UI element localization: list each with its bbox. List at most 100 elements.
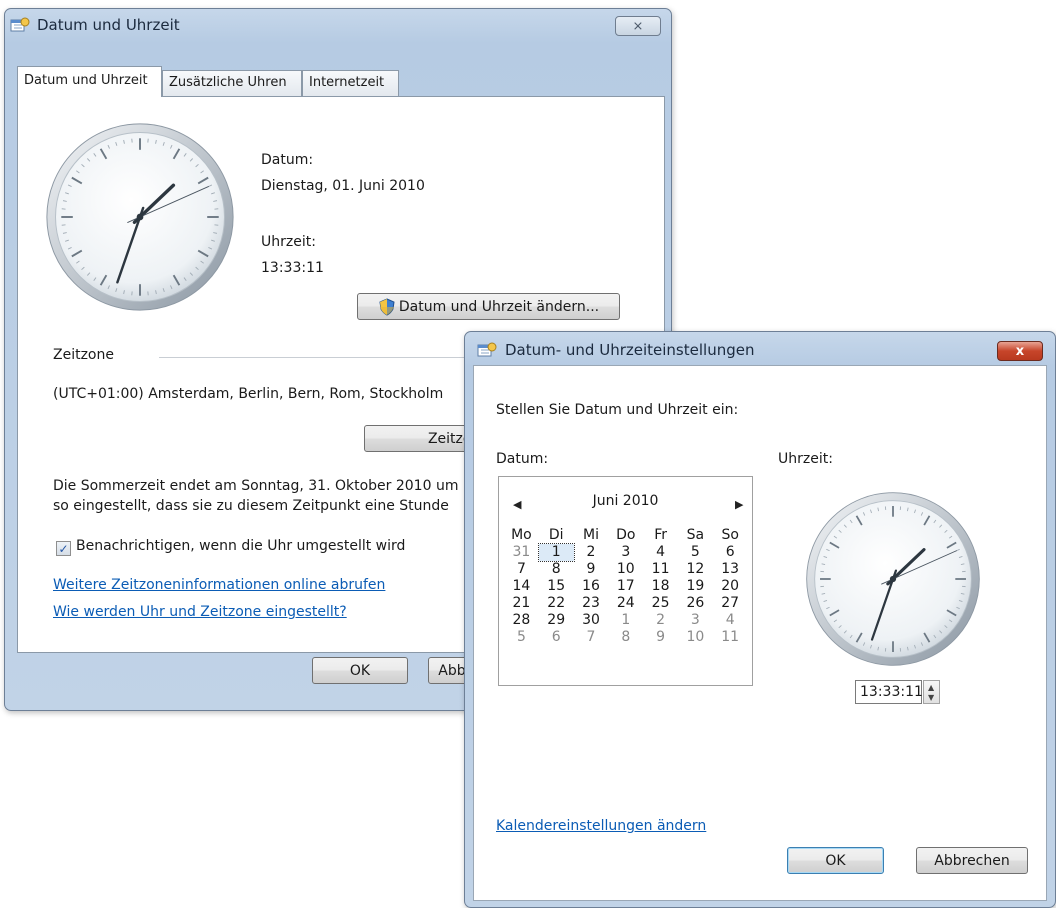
weekday-label: Fr <box>654 527 667 543</box>
ok-button[interactable]: OK <box>312 657 408 684</box>
calendar-day-selected[interactable]: 1 <box>537 543 575 562</box>
calendar-day[interactable]: 24 <box>608 595 643 612</box>
tab-additional-clocks[interactable]: Zusätzliche Uhren <box>162 70 302 96</box>
calendar-day[interactable]: 26 <box>678 595 713 612</box>
calendar-day[interactable]: 12 <box>678 561 713 578</box>
weekday-header-row: Mo Di Mi Do Fr Sa So <box>504 527 748 544</box>
time-label: Uhrzeit: <box>261 234 316 250</box>
calendar-clock-icon <box>477 342 497 357</box>
dst-info-line-2: so eingestellt, dass sie zu diesem Zeitp… <box>53 498 449 514</box>
window-title: Datum und Uhrzeit <box>37 16 180 34</box>
weekday-label: Do <box>616 527 636 543</box>
dialog-ok-label: OK <box>825 852 846 869</box>
calendar-day[interactable]: 20 <box>713 578 748 595</box>
calendar-settings-link[interactable]: Kalendereinstellungen ändern <box>496 818 706 834</box>
ok-label: OK <box>349 662 371 679</box>
analog-clock <box>46 123 234 311</box>
weekday-label: Mi <box>583 527 599 543</box>
calendar-day[interactable]: 29 <box>539 612 574 629</box>
how-clock-timezone-link[interactable]: Wie werden Uhr und Zeitzone eingestellt? <box>53 604 347 620</box>
calendar-day[interactable]: 16 <box>574 578 609 595</box>
calendar-day[interactable]: 19 <box>678 578 713 595</box>
time-value: 13:33:11 <box>261 260 324 276</box>
spin-down-icon[interactable]: ▼ <box>928 693 934 702</box>
notify-checkbox-label[interactable]: Benachrichtigen, wenn die Uhr umgestellt… <box>76 538 405 554</box>
dialog-cancel-label: Abbrechen <box>934 852 1010 869</box>
dialog-content: Stellen Sie Datum und Uhrzeit ein: Datum… <box>473 365 1047 901</box>
calendar-day[interactable]: 4 <box>713 612 748 629</box>
calendar-day[interactable]: 21 <box>504 595 539 612</box>
timezone-header: Zeitzone <box>53 347 114 363</box>
calendar-day[interactable]: 8 <box>539 561 574 578</box>
calendar-day[interactable]: 1 <box>608 612 643 629</box>
time-input[interactable]: 13:33:11 <box>855 680 923 704</box>
calendar-week-row: 28 29 30 1 2 3 4 <box>504 612 748 629</box>
clock-center <box>889 575 897 583</box>
calendar-day[interactable]: 9 <box>574 561 609 578</box>
calendar-day[interactable]: 15 <box>539 578 574 595</box>
time-spinner[interactable]: ▲ ▼ <box>923 680 940 704</box>
title-bar[interactable]: Datum und Uhrzeit ⨯ <box>5 9 671 41</box>
weekday-label: Sa <box>686 527 705 543</box>
calendar-day[interactable]: 5 <box>504 629 539 646</box>
calendar-day[interactable]: 6 <box>713 544 748 561</box>
calendar-day[interactable]: 18 <box>643 578 678 595</box>
close-button[interactable]: ⨯ <box>615 16 661 36</box>
calendar-day[interactable]: 9 <box>643 629 678 646</box>
calendar-day[interactable]: 8 <box>608 629 643 646</box>
calendar-day[interactable]: 22 <box>539 595 574 612</box>
change-date-time-button[interactable]: Datum und Uhrzeit ändern... <box>357 293 620 320</box>
month-calendar[interactable]: ◀ Juni 2010 ▶ Mo Di Mi Do Fr Sa So 31 1 2 3 4 5 6 7 8 9 1… <box>498 476 753 686</box>
spin-up-icon[interactable]: ▲ <box>928 683 934 692</box>
calendar-day[interactable]: 23 <box>574 595 609 612</box>
close-icon: x <box>1015 343 1025 359</box>
dst-info-line-1: Die Sommerzeit endet am Sonntag, 31. Okt… <box>53 478 459 494</box>
calendar-day[interactable]: 4 <box>643 544 678 561</box>
checkmark-icon: ✓ <box>58 541 69 556</box>
calendar-day[interactable]: 14 <box>504 578 539 595</box>
dialog-title-bar[interactable]: Datum- und Uhrzeiteinstellungen x <box>465 332 1055 364</box>
calendar-day[interactable]: 17 <box>608 578 643 595</box>
tab-internet-time[interactable]: Internetzeit <box>302 70 399 96</box>
calendar-day[interactable]: 25 <box>643 595 678 612</box>
calendar-day[interactable]: 10 <box>678 629 713 646</box>
calendar-day[interactable]: 31 <box>504 544 539 561</box>
dialog-close-button[interactable]: x <box>997 341 1043 361</box>
calendar-clock-icon <box>10 17 30 32</box>
notify-checkbox[interactable]: ✓ <box>56 541 71 556</box>
calendar-day[interactable]: 7 <box>504 561 539 578</box>
calendar-day[interactable]: 3 <box>608 544 643 561</box>
date-value: Dienstag, 01. Juni 2010 <box>261 178 425 194</box>
calendar-week-row: 7 8 9 10 11 12 13 <box>504 561 748 578</box>
calendar-day[interactable]: 6 <box>539 629 574 646</box>
calendar-day[interactable]: 27 <box>713 595 748 612</box>
calendar-day[interactable]: 30 <box>574 612 609 629</box>
time-label: Uhrzeit: <box>778 451 833 467</box>
calendar-day[interactable]: 13 <box>713 561 748 578</box>
calendar-week-row: 5 6 7 8 9 10 11 <box>504 629 748 646</box>
calendar-month-title[interactable]: Juni 2010 <box>499 493 752 509</box>
calendar-week-row: 21 22 23 24 25 26 27 <box>504 595 748 612</box>
calendar-day[interactable]: 5 <box>678 544 713 561</box>
calendar-day[interactable]: 7 <box>574 629 609 646</box>
change-date-time-label: Datum und Uhrzeit ändern... <box>398 298 600 315</box>
calendar-day[interactable]: 3 <box>678 612 713 629</box>
dialog-cancel-button[interactable]: Abbrechen <box>916 847 1028 874</box>
calendar-day[interactable]: 2 <box>643 612 678 629</box>
next-month-arrow-icon[interactable]: ▶ <box>735 498 743 511</box>
calendar-day[interactable]: 11 <box>713 629 748 646</box>
dialog-ok-button[interactable]: OK <box>787 847 884 874</box>
calendar-day[interactable]: 2 <box>574 544 609 561</box>
uac-shield-icon <box>379 297 395 316</box>
calendar-week-row: 31 1 2 3 4 5 6 <box>504 543 748 562</box>
calendar-day[interactable]: 11 <box>643 561 678 578</box>
calendar-grid: Mo Di Mi Do Fr Sa So 31 1 2 3 4 5 6 7 8 9 10 11 12 13 14 15 16 1… <box>504 527 748 646</box>
weekday-label: So <box>721 527 739 543</box>
tab-date-time[interactable]: Datum und Uhrzeit <box>17 66 162 97</box>
more-timezone-info-link[interactable]: Weitere Zeitzoneninformationen online ab… <box>53 577 385 593</box>
calendar-day[interactable]: 28 <box>504 612 539 629</box>
calendar-day[interactable]: 10 <box>608 561 643 578</box>
date-label: Datum: <box>496 451 549 467</box>
timezone-value: (UTC+01:00) Amsterdam, Berlin, Bern, Rom… <box>53 386 444 402</box>
date-time-settings-dialog: Datum- und Uhrzeiteinstellungen x Stelle… <box>464 331 1056 908</box>
